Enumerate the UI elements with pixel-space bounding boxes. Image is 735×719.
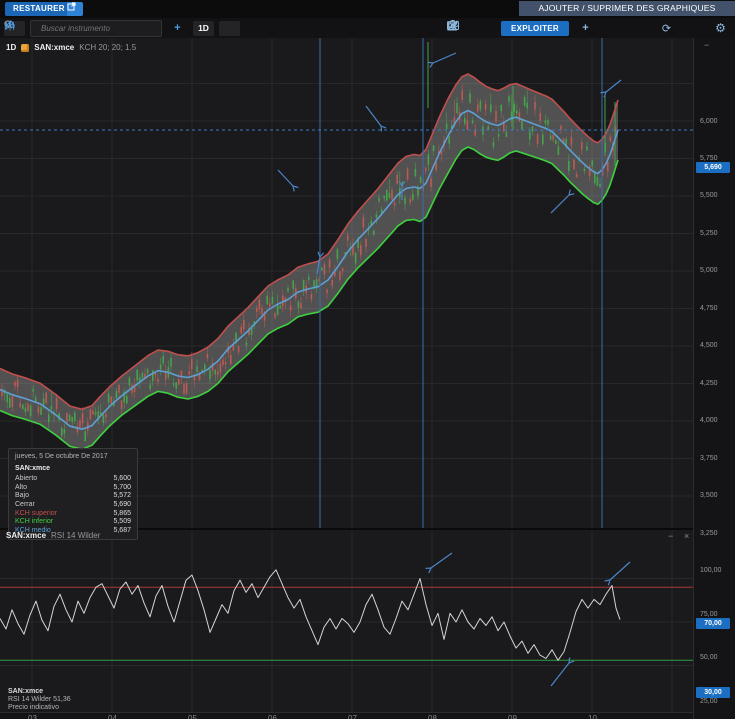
ohlc-tooltip: jueves, 5 De octubre De 2017 SAN:xmce Ab… bbox=[8, 448, 138, 541]
chart-toolbar: + 1D EXPLOIT bbox=[0, 18, 735, 39]
price-tick-label: 3,250 bbox=[700, 529, 718, 537]
trend-line-button[interactable] bbox=[447, 20, 495, 36]
interval-label: 1D bbox=[6, 43, 17, 52]
time-tick-label: 03 bbox=[28, 714, 37, 719]
search-input[interactable] bbox=[39, 22, 157, 34]
trading-app-window: RESTAURER AJOUTER / SUPRIMER DES GRAPHIQ… bbox=[0, 0, 735, 719]
rsi-legend: SAN:xmce RSI 14 Wilder 51,36 Precio indi… bbox=[8, 688, 71, 712]
rsi-tick-label: 25,00 bbox=[700, 697, 718, 705]
time-tick-label: 07 bbox=[348, 714, 357, 719]
tooltip-row: Bajo 5,572 bbox=[15, 492, 131, 500]
price-tick-label: 4,000 bbox=[700, 417, 718, 425]
indicator-label[interactable]: KCH 20; 20; 1.5 bbox=[79, 43, 136, 52]
toolbar-left-group: + 1D bbox=[4, 19, 240, 37]
refresh-button[interactable]: ⟳ bbox=[656, 21, 677, 36]
instrument-search[interactable] bbox=[4, 19, 162, 37]
top-bar: RESTAURER AJOUTER / SUPRIMER DES GRAPHIQ… bbox=[0, 0, 735, 18]
symbol-label[interactable]: SAN:xmce bbox=[34, 43, 74, 52]
tooltip-rows: Abierto 5,600 Alto 5,700 Bajo 5,572 Cerrar 5,69… bbox=[15, 475, 131, 535]
price-tick-label: 3,750 bbox=[700, 454, 718, 462]
rsi-canvas[interactable] bbox=[0, 530, 693, 714]
legend-price-type: Precio indicativo bbox=[8, 704, 59, 711]
rsi-annotation-arrows bbox=[425, 552, 631, 687]
time-tick-label: 05 bbox=[188, 714, 197, 719]
time-axis[interactable]: 03 04 05 06 07 08 09 10 bbox=[0, 712, 693, 719]
last-price-badge: 5,690 bbox=[696, 162, 730, 174]
tooltip-row: KCH inferior 5,509 bbox=[15, 518, 131, 526]
zoom-button[interactable] bbox=[447, 20, 650, 36]
price-tick-label: 4,500 bbox=[700, 342, 718, 350]
refresh-icon: ⟳ bbox=[661, 22, 672, 35]
toolbar-right-group: EXPLOITER + ⟳ ⚙ bbox=[446, 20, 731, 36]
chart-style-button[interactable] bbox=[5, 20, 240, 36]
candles-layer bbox=[1, 42, 617, 442]
price-tick-label: 5,250 bbox=[700, 229, 718, 237]
instrument-logo-icon bbox=[21, 43, 30, 52]
rsi-indicator-label[interactable]: RSI 14 Wilder bbox=[51, 531, 100, 540]
rsi-level-badge: 70,00 bbox=[696, 617, 730, 629]
exploit-button[interactable]: EXPLOITER bbox=[500, 20, 569, 36]
tooltip-row: KCH superior 5,865 bbox=[15, 509, 131, 517]
time-tick-label: 09 bbox=[508, 714, 517, 719]
interval-button[interactable]: 1D bbox=[193, 20, 214, 36]
time-tick-label: 10 bbox=[588, 714, 597, 719]
price-tick-label: 5,500 bbox=[700, 192, 718, 200]
main-chart-header: 1D SAN:xmce KCH 20; 20; 1.5 bbox=[6, 43, 136, 52]
popout-button[interactable] bbox=[67, 2, 83, 16]
tooltip-date: jueves, 5 De octubre De 2017 bbox=[15, 453, 108, 460]
tooltip-row: Abierto 5,600 bbox=[15, 475, 131, 483]
rsi-header: SAN:xmce RSI 14 Wilder bbox=[6, 531, 100, 540]
gear-icon: ⚙ bbox=[715, 21, 726, 35]
rsi-line bbox=[0, 569, 621, 661]
tooltip-row: Cerrar 5,690 bbox=[15, 500, 131, 508]
restore-tab[interactable]: RESTAURER bbox=[5, 2, 73, 16]
time-tick-label: 04 bbox=[108, 714, 117, 719]
rsi-tick-label: 100,00 bbox=[700, 567, 722, 574]
main-pane-minimize-button[interactable]: − bbox=[704, 41, 709, 50]
legend-symbol: SAN:xmce bbox=[8, 688, 44, 695]
settings-button[interactable]: ⚙ bbox=[710, 21, 731, 36]
rsi-symbol-label[interactable]: SAN:xmce bbox=[6, 531, 46, 540]
time-tick-label: 08 bbox=[428, 714, 437, 719]
price-tick-label: 4,250 bbox=[700, 379, 718, 387]
snapshot-button[interactable] bbox=[446, 20, 704, 36]
compare-button[interactable] bbox=[447, 21, 623, 36]
rsi-close-button[interactable]: × bbox=[684, 531, 689, 541]
time-tick-label: 06 bbox=[268, 714, 277, 719]
legend-rsi-value: RSI 14 Wilder 51,36 bbox=[8, 696, 71, 703]
price-tick-label: 4,750 bbox=[700, 304, 718, 312]
tooltip-symbol: SAN:xmce bbox=[15, 464, 51, 472]
tooltip-row: Alto 5,700 bbox=[15, 483, 131, 491]
rsi-level-badge: 30,00 bbox=[696, 687, 730, 699]
price-tick-label: 3,500 bbox=[700, 492, 718, 500]
rsi-minimize-button[interactable]: − bbox=[668, 531, 673, 541]
rsi-pane[interactable] bbox=[0, 528, 693, 714]
price-tick-label: 6,000 bbox=[700, 117, 718, 125]
price-tick-label: 5,000 bbox=[700, 267, 718, 275]
add-remove-charts-button[interactable]: AJOUTER / SUPRIMER DES GRAPHIQUES bbox=[519, 1, 735, 16]
add-panel-button[interactable]: + bbox=[575, 21, 596, 36]
price-axis[interactable]: 5,690 6,000 5,750 5,500 5,250 5,000 4,750 4,50… bbox=[693, 38, 735, 719]
rsi-tick-label: 50,00 bbox=[700, 654, 718, 661]
add-instrument-button[interactable]: + bbox=[167, 21, 188, 36]
